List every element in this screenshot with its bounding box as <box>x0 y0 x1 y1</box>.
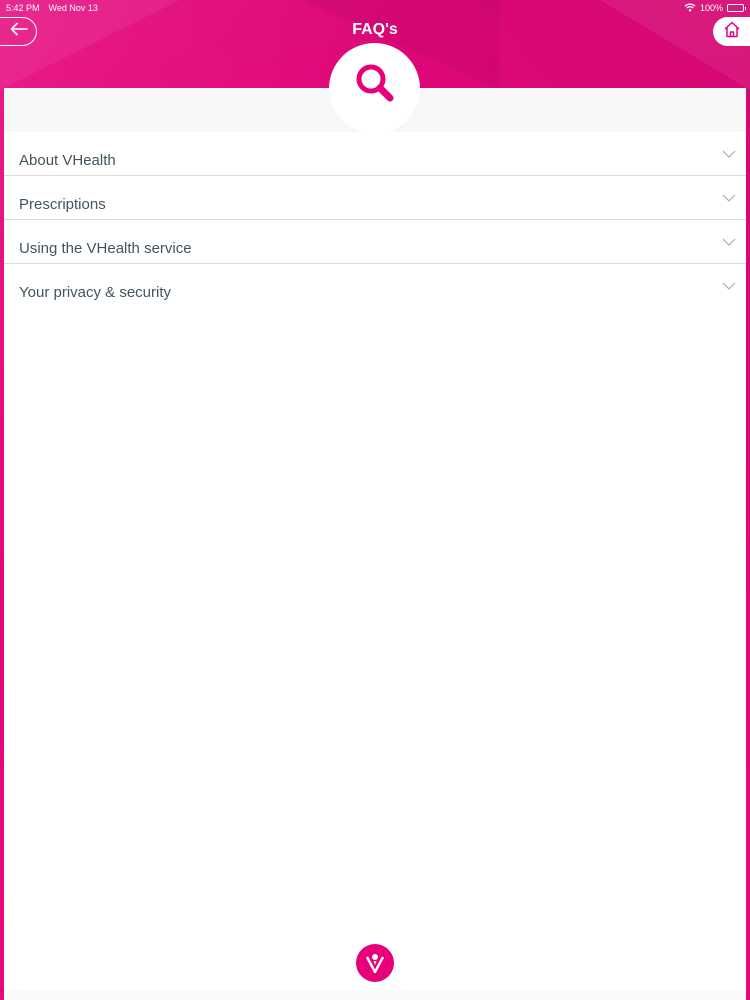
status-bar: 5:42 PM Wed Nov 13 100% <box>0 0 750 16</box>
search-badge <box>329 43 420 134</box>
faq-item-label: Your privacy & security <box>19 284 172 301</box>
chevron-down-icon <box>722 146 736 158</box>
faq-list: About VHealth Prescriptions Using the VH… <box>4 132 746 308</box>
home-icon <box>723 21 741 43</box>
chevron-down-icon <box>722 278 736 290</box>
vhealth-logo-icon <box>356 944 394 982</box>
status-time: 5:42 PM <box>6 3 40 13</box>
battery-percent: 100% <box>699 3 723 13</box>
faq-item-label: Using the VHealth service <box>19 240 192 257</box>
search-icon <box>354 64 396 109</box>
chevron-down-icon <box>722 190 736 202</box>
faq-item-label: Prescriptions <box>19 196 106 213</box>
bottom-strip <box>4 990 746 1000</box>
faq-item-using-service[interactable]: Using the VHealth service <box>4 220 746 264</box>
faq-item-label: About VHealth <box>19 152 116 169</box>
wifi-icon <box>684 2 696 14</box>
home-button[interactable] <box>713 17 750 46</box>
faq-item-prescriptions[interactable]: Prescriptions <box>4 176 746 220</box>
faq-card: About VHealth Prescriptions Using the VH… <box>4 88 746 993</box>
status-date: Wed Nov 13 <box>48 3 98 13</box>
faq-item-privacy-security[interactable]: Your privacy & security <box>4 264 746 308</box>
faq-item-about-vhealth[interactable]: About VHealth <box>4 132 746 176</box>
battery-icon <box>727 4 746 12</box>
chevron-down-icon <box>722 234 736 246</box>
page-title: FAQ's <box>352 21 398 38</box>
